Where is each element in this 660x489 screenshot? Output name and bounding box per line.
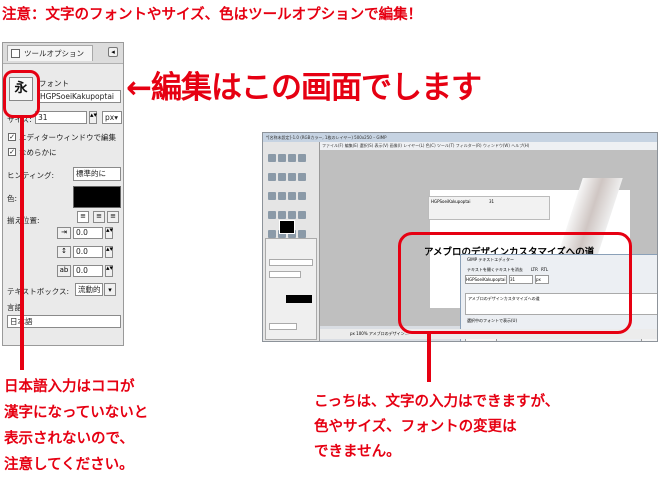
left-note-line-3: 表示されないので、 bbox=[4, 431, 134, 447]
panel-tab-bar: ツールオプション ◂ bbox=[3, 43, 123, 64]
size-spin[interactable]: ▴▾ bbox=[89, 111, 97, 124]
gimp-menubar: ファイル(F) 編集(E) 選択(S) 表示(V) 画像(I) レイヤー(L) … bbox=[319, 142, 657, 150]
indent-icon: ⇥ bbox=[57, 227, 71, 239]
hinting-label: ヒンティング: bbox=[7, 171, 55, 180]
onscreen-font-field: HGPSoeiKakupoptai bbox=[431, 199, 471, 204]
panel-menu-button[interactable]: ◂ bbox=[108, 47, 118, 57]
right-note-line-1: こっちは、文字の入力はできますが、 bbox=[314, 394, 560, 410]
hinting-select[interactable]: 標準的に bbox=[73, 167, 121, 181]
use-editor-label: エディターウィンドウで編集 bbox=[19, 133, 116, 142]
left-note-line-4: 注意してください。 bbox=[4, 457, 134, 473]
header-note: 注意：文字のフォントやサイズ、色はツールオプションで編集！ bbox=[2, 7, 423, 23]
dialog-highlight bbox=[398, 232, 632, 334]
right-note: こっちは、文字の入力はできますが、 色やサイズ、フォントの変更は できません。 bbox=[314, 390, 559, 465]
line-spacing-field[interactable]: 0.0 bbox=[73, 246, 103, 258]
gimp-toolbox bbox=[263, 142, 320, 341]
color-label: 色: bbox=[7, 194, 18, 203]
font-label: フォント bbox=[39, 79, 69, 88]
size-field[interactable]: 31 bbox=[35, 111, 87, 124]
line-spacing-spin[interactable]: ▴▾ bbox=[105, 246, 113, 258]
font-field[interactable]: HGPSoeiKakupoptai bbox=[37, 90, 121, 103]
left-note-line-2: 漢字になっていないと bbox=[4, 405, 149, 421]
antialias-checkbox[interactable]: ✓ bbox=[8, 148, 16, 156]
left-connector-line bbox=[20, 118, 24, 370]
textbox-dropdown-icon[interactable]: ▾ bbox=[104, 283, 116, 296]
left-note-line-1: 日本語入力はココが bbox=[4, 379, 135, 395]
right-note-line-3: できません。 bbox=[314, 444, 401, 460]
letter-spacing-spin[interactable]: ▴▾ bbox=[105, 265, 113, 277]
tab-tool-options[interactable]: ツールオプション bbox=[7, 45, 93, 61]
edit-here-note: ←編集はこの画面でします bbox=[126, 70, 482, 106]
antialias-label: なめらかに bbox=[19, 148, 57, 157]
use-editor-checkbox[interactable]: ✓ bbox=[8, 133, 16, 141]
unit-select[interactable]: px▾ bbox=[102, 111, 122, 124]
indent-spin[interactable]: ▴▾ bbox=[105, 227, 113, 239]
gimp-title: *[名称未設定]-1.0 (RGBカラー, 1枚のレイヤー) 500x250 –… bbox=[263, 133, 657, 142]
tool-icon-highlight bbox=[3, 70, 40, 118]
line-spacing-icon: ↕ bbox=[57, 246, 71, 258]
language-field[interactable]: 日本語 bbox=[7, 315, 121, 328]
right-note-line-2: 色やサイズ、フォントの変更は bbox=[314, 419, 517, 435]
textbox-label: テキストボックス: bbox=[7, 287, 70, 296]
unit-value: px bbox=[105, 113, 115, 122]
indent-field[interactable]: 0.0 bbox=[73, 227, 103, 239]
justify-left-button[interactable]: ≡ bbox=[77, 211, 89, 223]
textbox-select[interactable]: 流動的 bbox=[75, 283, 103, 296]
color-swatch[interactable] bbox=[73, 186, 121, 208]
right-connector-line bbox=[427, 334, 431, 382]
onscreen-size-field: 31 bbox=[489, 199, 495, 204]
onscreen-text-box: HGPSoeiKakupoptai 31 bbox=[428, 196, 550, 220]
left-note: 日本語入力はココが 漢字になっていないと 表示されないので、 注意してください。 bbox=[4, 374, 148, 478]
toolbox-options-mini bbox=[265, 238, 317, 340]
letter-spacing-icon: ab bbox=[57, 265, 71, 277]
tab-label: ツールオプション bbox=[24, 49, 84, 58]
toolbox-fg-color bbox=[279, 220, 295, 234]
justify-center-button[interactable]: ≡ bbox=[107, 211, 119, 223]
justify-right-button[interactable]: ≡ bbox=[93, 211, 105, 223]
tool-options-icon bbox=[11, 49, 20, 58]
letter-spacing-field[interactable]: 0.0 bbox=[73, 265, 103, 277]
